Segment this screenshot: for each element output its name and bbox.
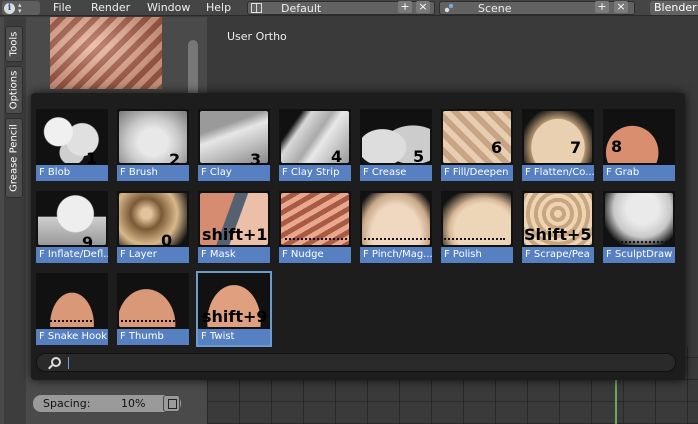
brush-label: F Polish [441,247,513,263]
brush-label: F Clay Strip [279,165,351,181]
search-icon [51,357,61,367]
brush-search-input[interactable] [36,353,676,372]
brush-shortcut-annotation: shift+9 [202,307,268,326]
brush-label: F Scrape/Pea [522,247,594,263]
brush-tile[interactable]: Shift+5 F Scrape/Pea [522,191,594,263]
brush-tile[interactable]: 2F Brush [117,109,189,181]
brush-tile[interactable]: F Thumb [117,273,189,345]
brush-shortcut-annotation: Shift+5 [524,225,592,244]
brush-label: F Twist [198,329,270,345]
brush-shortcut-annotation: 6 [491,138,503,157]
annotation-dotted-line [38,320,108,322]
brush-label: F Crease [360,165,432,181]
brush-tile[interactable]: 8 F Grab [603,109,675,181]
editor-type-button[interactable]: i ▴ ▾ [2,1,40,15]
brush-thumbnail [605,193,673,245]
brush-tile[interactable]: 5F Crease [360,109,432,181]
tab-grease-pencil[interactable]: Grease Pencil [5,118,23,198]
brush-label: F Layer [117,247,189,263]
brush-shortcut-annotation: 8 [611,137,623,156]
brush-selector-popup: 1F Blob 2 F Brush 3 F Clay 4 F Clay Strip 5 F Cr… [31,93,685,380]
brush-label: F Grab [603,165,675,181]
brush-label: F Fill/Deepen [441,165,513,181]
top-header: i ▴ ▾ File Render Window Help Default + ×… [0,0,698,16]
brush-label: F Thumb [117,329,189,345]
blender-window: User Ortho Tools Options Grease Pencil S… [0,0,698,424]
spacing-label: Spacing: [43,397,91,410]
info-icon: i [4,2,15,14]
brush-shortcut-annotation: shift+1 [202,225,268,244]
menu-window[interactable]: Window [147,1,190,14]
tab-tools[interactable]: Tools [5,26,23,62]
brush-tile[interactable]: shift+1 F Mask [198,191,270,263]
render-engine-selector[interactable]: Blender [650,1,698,15]
layout-icon [251,3,262,13]
add-layout-button[interactable]: + [398,1,412,13]
layout-name: Default [281,2,322,15]
brush-tile[interactable]: 0F Layer [117,191,189,263]
spacing-value: 10% [121,397,146,410]
tab-options[interactable]: Options [5,66,23,114]
annotation-dotted-line [441,238,505,240]
brush-tile[interactable]: 6 F Fill/Deepen [441,109,513,181]
menu-file[interactable]: File [53,1,71,14]
annotation-dotted-line [117,320,187,322]
add-scene-button[interactable]: + [595,1,609,13]
text-caret [68,357,69,369]
active-brush-preview[interactable] [50,17,162,89]
brush-shortcut-annotation: 5 [413,147,425,166]
brush-label: F Clay [198,165,270,181]
brush-label: F Nudge [279,247,351,263]
brush-label: F Brush [117,165,189,181]
pressure-toggle-icon[interactable] [163,395,180,412]
brush-tile[interactable]: 3F Clay [198,109,270,181]
brush-label: F SculptDraw [603,247,675,263]
brush-label: F Pinch/Mag... [360,247,432,263]
brush-tile[interactable]: 4F Clay Strip [279,109,351,181]
brush-thumbnail [524,111,592,163]
scene-name: Scene [478,2,512,15]
brush-label: F Flatten/Co... [522,165,594,181]
annotation-dotted-line [613,241,667,243]
brush-tile[interactable]: F Polish [441,191,513,263]
scene-icon [444,3,454,13]
annotation-dotted-line [285,238,347,240]
brush-tile[interactable]: 7 F Flatten/Co... [522,109,594,181]
viewport-view-label: User Ortho [227,30,287,43]
spacing-slider[interactable]: Spacing: 10% [33,395,181,412]
remove-scene-button[interactable]: × [614,1,628,13]
brush-label: F Mask [198,247,270,263]
brush-tile[interactable]: 9F Inflate/Defl... [36,191,108,263]
brush-tile[interactable]: F SculptDraw [603,191,675,263]
remove-layout-button[interactable]: × [416,1,430,13]
brush-thumbnail [119,193,187,245]
brush-tile[interactable]: 1F Blob [36,109,108,181]
menu-help[interactable]: Help [206,1,231,14]
brush-tile[interactable]: shift+9 F Twist [196,271,272,347]
brush-tile[interactable]: F Snake Hook [36,273,108,345]
brush-tile[interactable]: F Pinch/Mag... [360,191,432,263]
brush-thumbnail [38,193,106,245]
annotation-dotted-line [364,238,430,240]
shelf-scrollbar[interactable] [188,40,198,100]
brush-shortcut-annotation: 4 [331,147,343,166]
brush-label: F Blob [36,165,108,181]
brush-label: F Snake Hook [36,329,108,345]
brush-tile[interactable]: F Nudge [279,191,351,263]
brush-shortcut-annotation: 7 [570,138,582,157]
brush-label: F Inflate/Defl... [36,247,108,263]
updown-arrows-icon: ▴ ▾ [18,1,22,15]
menu-render[interactable]: Render [91,1,130,14]
